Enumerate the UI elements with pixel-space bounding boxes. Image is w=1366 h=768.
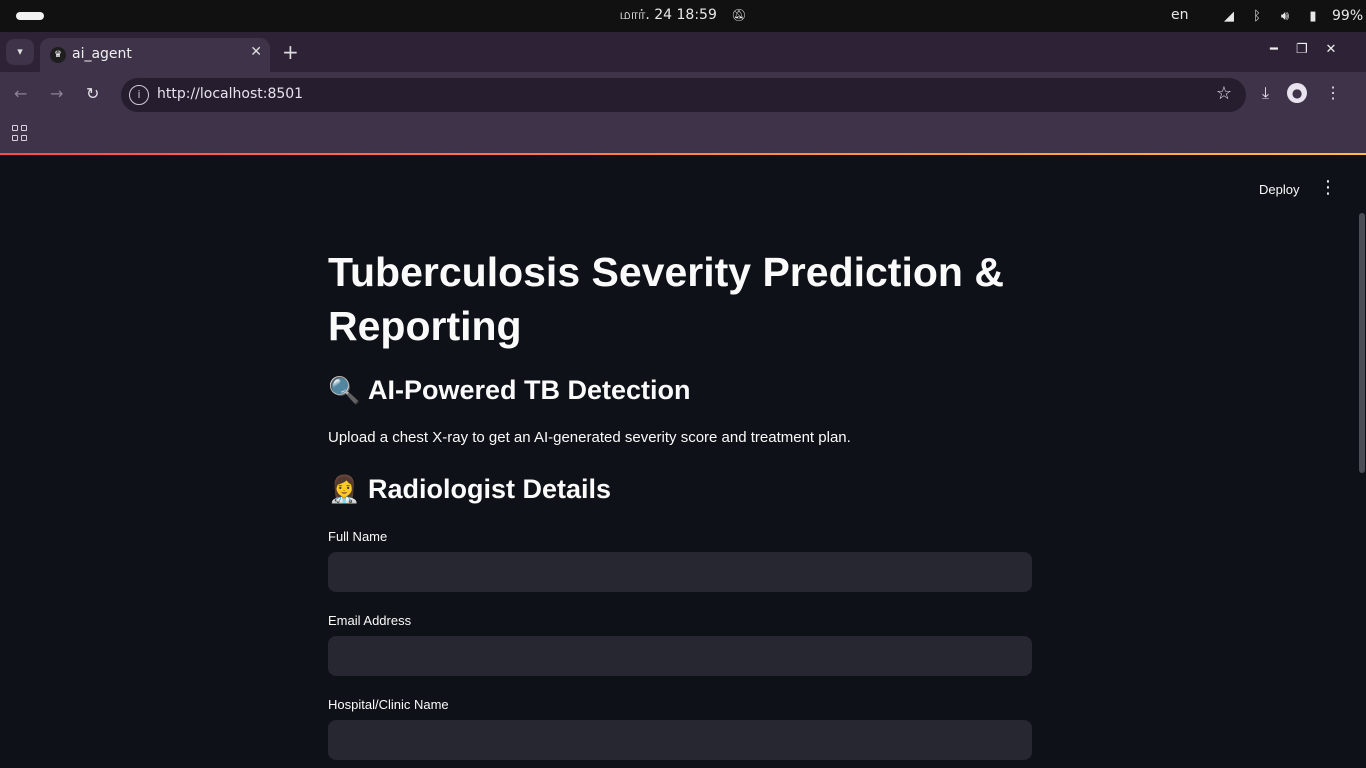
bookmark-star-icon[interactable]: ☆ (1216, 83, 1232, 104)
battery-icon: ▮ (1309, 8, 1317, 24)
page-title: Tuberculosis Severity Prediction & Repor… (328, 249, 1004, 349)
browser-tab-strip: ▾ ♛ ai_agent ✕ + ━ ❐ ✕ (0, 32, 1366, 72)
volume-icon: 🔊︎ (1280, 8, 1290, 24)
radiologist-heading-text: Radiologist Details (368, 474, 612, 504)
deploy-button[interactable]: Deploy (1247, 179, 1311, 201)
bell-muted-icon: 🔕︎ (731, 8, 747, 22)
streamlit-app: Deploy ⋮ Tuberculosis Severity Predictio… (0, 155, 1366, 768)
email-input[interactable] (328, 636, 1032, 676)
window-controls: ━ ❐ ✕ (1270, 42, 1336, 57)
system-tray[interactable]: ◢ ᛒ 🔊︎ ▮ 99% (1220, 6, 1363, 26)
signal-icon: ◢ (1224, 8, 1234, 24)
hospital-label: Hospital/Clinic Name (328, 697, 449, 712)
close-tab-icon[interactable]: ✕ (250, 44, 262, 60)
browser-menu-icon[interactable]: ⋮ (1325, 83, 1341, 103)
full-name-label: Full Name (328, 529, 388, 544)
email-label: Email Address (328, 613, 412, 628)
keyboard-language[interactable]: en (1171, 7, 1189, 23)
bookmarks-bar (0, 118, 1366, 153)
detection-heading-text: AI-Powered TB Detection (368, 375, 691, 405)
tab-search-button[interactable]: ▾ (6, 39, 34, 65)
os-top-bar: மார். 24 18:59 🔕︎ en ◢ ᛒ 🔊︎ ▮ 99% (0, 0, 1366, 32)
site-info-icon[interactable]: i (129, 85, 149, 105)
clock-text: மார். 24 18:59 (619, 7, 717, 23)
app-menu-icon[interactable]: ⋮ (1318, 177, 1338, 198)
profile-icon[interactable]: ● (1287, 83, 1308, 103)
battery-percent: 99% (1332, 8, 1364, 24)
radiologist-heading: 👩‍⚕️ Radiologist Details (328, 474, 611, 505)
magnifier-icon: 🔍 (328, 375, 361, 405)
forward-arrow-icon[interactable]: → (50, 84, 63, 103)
app-description: Upload a chest X-ray to get an AI-genera… (328, 429, 851, 446)
new-tab-button[interactable]: + (282, 40, 299, 64)
full-name-input[interactable] (328, 552, 1032, 592)
chevron-down-icon: ▾ (17, 45, 23, 58)
close-window-icon[interactable]: ✕ (1325, 42, 1336, 57)
reload-icon[interactable]: ↻ (86, 84, 99, 103)
tab-title: ai_agent (72, 46, 132, 62)
address-bar[interactable]: i http://localhost:8501 ☆ (121, 78, 1246, 112)
toolbar-actions: ⤓ ● ⋮ (1262, 83, 1341, 103)
detection-heading: 🔍 AI-Powered TB Detection (328, 375, 691, 406)
streamlit-favicon-icon: ♛ (50, 47, 66, 63)
os-clock[interactable]: மார். 24 18:59 🔕︎ (0, 7, 1366, 25)
scrollbar[interactable] (1359, 213, 1365, 473)
back-arrow-icon[interactable]: ← (14, 84, 27, 103)
hospital-input[interactable] (328, 720, 1032, 760)
download-icon[interactable]: ⤓ (1262, 83, 1269, 103)
browser-tab-active[interactable]: ♛ ai_agent ✕ (40, 38, 270, 72)
maximize-icon[interactable]: ❐ (1296, 42, 1308, 57)
bluetooth-icon: ᛒ (1253, 8, 1261, 24)
url-text[interactable]: http://localhost:8501 (157, 86, 303, 102)
minimize-icon[interactable]: ━ (1270, 42, 1278, 57)
apps-grid-icon[interactable] (12, 125, 28, 141)
browser-toolbar: ← → ↻ i http://localhost:8501 ☆ ⤓ ● ⋮ (0, 72, 1366, 118)
health-worker-icon: 👩‍⚕️ (328, 474, 361, 504)
